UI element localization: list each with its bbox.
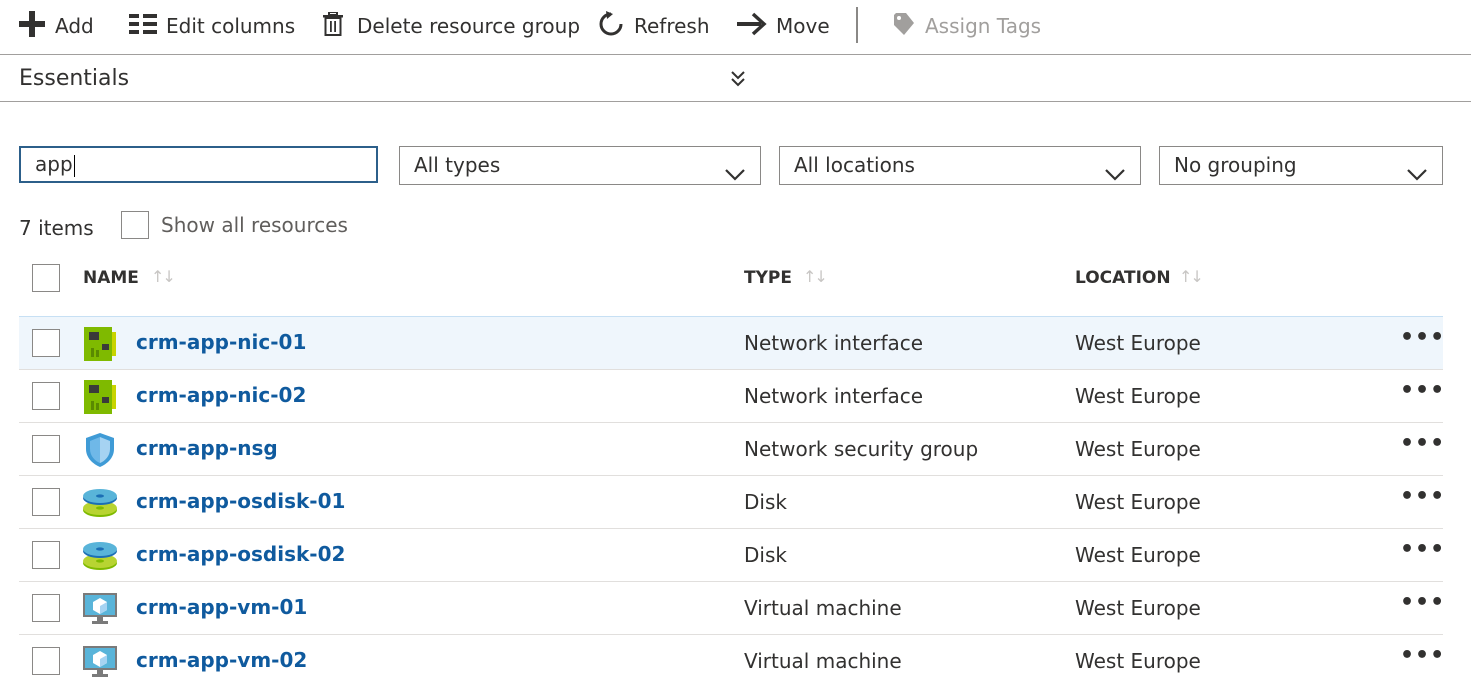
text-cursor [73,154,75,177]
table-row[interactable]: crm-app-nsg Network security group West … [19,422,1445,475]
more-options-icon[interactable]: ••• [1400,325,1445,350]
tag-icon [890,11,916,42]
search-value: app [35,152,73,176]
grouping-value: No grouping [1174,153,1297,177]
row-checkbox[interactable] [32,329,60,357]
sort-icon[interactable]: ↑↓ [151,267,176,286]
resource-type: Virtual machine [744,596,902,620]
row-checkbox[interactable] [32,541,60,569]
resource-name-link[interactable]: crm-app-vm-01 [136,595,307,619]
chevron-down-icon [1104,157,1126,194]
edit-columns-label: Edit columns [166,14,296,38]
double-chevron-down-icon[interactable] [728,69,748,93]
add-button[interactable]: Add [18,0,94,52]
command-bar: Add Edit columns Delete resource group R… [0,0,1471,55]
chevron-down-icon [1406,157,1428,194]
edit-columns-button[interactable]: Edit columns [129,0,295,52]
trash-icon [323,10,343,41]
more-options-icon[interactable]: ••• [1400,643,1445,668]
resource-type: Disk [744,490,787,514]
resource-name-link[interactable]: crm-app-nic-02 [136,383,306,407]
virtual-machine-icon [82,644,118,680]
location-filter-value: All locations [794,153,915,177]
more-options-icon[interactable]: ••• [1400,537,1445,562]
row-checkbox[interactable] [32,382,60,410]
show-all-resources-label: Show all resources [161,213,348,237]
resource-location: West Europe [1075,331,1201,355]
add-label: Add [55,14,94,38]
resource-location: West Europe [1075,437,1201,461]
columns-icon [129,13,157,39]
table-row[interactable]: crm-app-osdisk-02 Disk West Europe ••• [19,528,1445,581]
type-filter-value: All types [414,153,501,177]
row-checkbox[interactable] [32,435,60,463]
network-security-group-icon [82,432,118,468]
more-options-icon[interactable]: ••• [1400,484,1445,509]
move-label: Move [776,14,830,38]
resource-location: West Europe [1075,384,1201,408]
resource-name-link[interactable]: crm-app-nic-01 [136,330,306,354]
resource-location: West Europe [1075,649,1201,673]
table-row[interactable]: crm-app-osdisk-01 Disk West Europe ••• [19,475,1445,528]
select-all-checkbox[interactable] [32,264,60,292]
resource-type: Network interface [744,384,924,408]
grouping-dropdown[interactable]: No grouping [1159,146,1443,185]
more-options-icon[interactable]: ••• [1400,378,1445,403]
sort-icon[interactable]: ↑↓ [803,267,828,286]
virtual-machine-icon [82,591,118,627]
more-options-icon[interactable]: ••• [1400,431,1445,456]
network-interface-icon [82,379,118,415]
type-filter-dropdown[interactable]: All types [399,146,761,185]
resource-name-link[interactable]: crm-app-nsg [136,436,278,460]
checkbox[interactable] [121,211,149,239]
table-header: NAME ↑↓ TYPE ↑↓ LOCATION ↑↓ [0,252,1471,304]
table-row[interactable]: crm-app-vm-02 Virtual machine West Europ… [19,634,1445,687]
row-checkbox[interactable] [32,594,60,622]
resource-table: crm-app-nic-01 Network interface West Eu… [19,316,1445,687]
toolbar-divider [856,7,858,43]
resource-location: West Europe [1075,490,1201,514]
refresh-button[interactable]: Refresh [597,0,710,52]
essentials-label: Essentials [19,66,130,91]
disk-icon [82,485,118,521]
refresh-label: Refresh [634,14,710,38]
resource-name-link[interactable]: crm-app-osdisk-02 [136,542,345,566]
filter-search-input[interactable]: app [19,146,378,183]
item-count: 7 items [19,216,94,240]
resource-location: West Europe [1075,596,1201,620]
resource-name-link[interactable]: crm-app-vm-02 [136,648,307,672]
show-all-resources-checkbox[interactable]: Show all resources [121,211,348,239]
sort-icon[interactable]: ↑↓ [1179,267,1204,286]
delete-resource-group-button[interactable]: Delete resource group [323,0,580,52]
plus-icon [18,10,46,43]
table-row[interactable]: crm-app-nic-02 Network interface West Eu… [19,369,1445,422]
resource-name-link[interactable]: crm-app-osdisk-01 [136,489,345,513]
resource-type: Network security group [744,437,979,461]
table-row[interactable]: crm-app-vm-01 Virtual machine West Europ… [19,581,1445,634]
resource-location: West Europe [1075,543,1201,567]
resource-type: Virtual machine [744,649,902,673]
refresh-icon [597,10,625,43]
arrow-right-icon [737,12,767,41]
essentials-bar[interactable]: Essentials [0,55,1471,102]
column-header-name[interactable]: NAME [83,268,139,288]
row-checkbox[interactable] [32,488,60,516]
chevron-down-icon [724,157,746,194]
column-header-location[interactable]: LOCATION [1075,268,1171,288]
network-interface-icon [82,326,118,362]
row-checkbox[interactable] [32,647,60,675]
delete-resource-group-label: Delete resource group [357,14,581,38]
move-button[interactable]: Move [737,0,830,52]
resource-type: Network interface [744,331,924,355]
assign-tags-label: Assign Tags [925,14,1042,38]
resource-type: Disk [744,543,787,567]
more-options-icon[interactable]: ••• [1400,590,1445,615]
location-filter-dropdown[interactable]: All locations [779,146,1141,185]
column-header-type[interactable]: TYPE [744,268,792,288]
disk-icon [82,538,118,574]
assign-tags-button[interactable]: Assign Tags [890,0,1041,52]
table-row[interactable]: crm-app-nic-01 Network interface West Eu… [19,316,1445,369]
